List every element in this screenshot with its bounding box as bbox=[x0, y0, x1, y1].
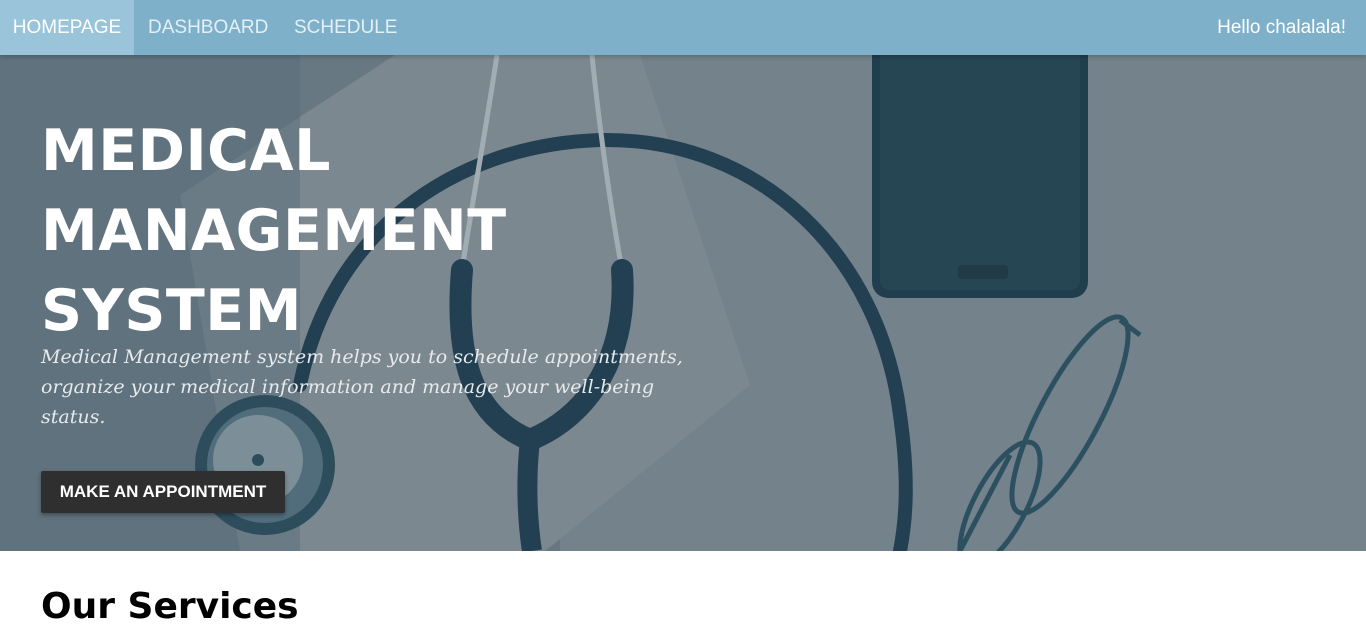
hero-banner: MEDICAL MANAGEMENT SYSTEM Medical Manage… bbox=[0, 55, 1366, 551]
user-greeting: Hello chalalala! bbox=[1217, 17, 1346, 38]
hero-title-line: MEDICAL bbox=[41, 118, 331, 184]
hero-title-line: MANAGEMENT bbox=[41, 198, 507, 264]
services-heading: Our Services bbox=[41, 586, 299, 627]
hero-description: Medical Management system helps you to s… bbox=[41, 346, 683, 428]
nav-item-homepage[interactable]: HOMEPAGE bbox=[0, 0, 134, 55]
hero-title: MEDICAL MANAGEMENT SYSTEM bbox=[41, 111, 507, 351]
nav-item-dashboard[interactable]: DASHBOARD bbox=[148, 0, 268, 55]
make-appointment-button[interactable]: MAKE AN APPOINTMENT bbox=[41, 471, 285, 513]
nav-item-schedule[interactable]: SCHEDULE bbox=[294, 0, 397, 55]
top-navbar: HOMEPAGE DASHBOARD SCHEDULE Hello chalal… bbox=[0, 0, 1366, 55]
hero-title-line: SYSTEM bbox=[41, 278, 302, 344]
